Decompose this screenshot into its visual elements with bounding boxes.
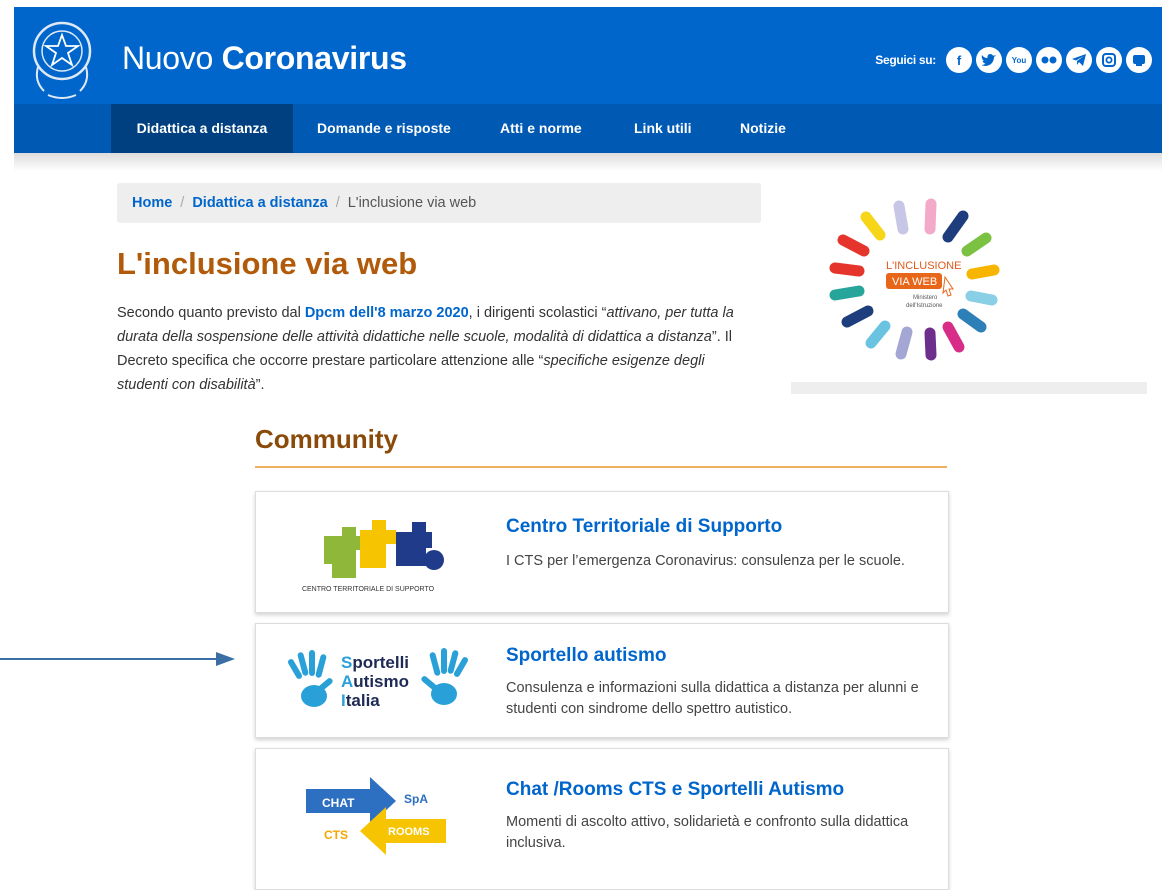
logo-word: utismo bbox=[353, 672, 409, 691]
nav-atti-e-norme[interactable]: Atti e norme bbox=[500, 104, 582, 153]
logo-letter: A bbox=[341, 672, 353, 691]
header-shadow bbox=[14, 153, 1162, 171]
instagram-icon[interactable] bbox=[1096, 47, 1122, 73]
cts-logo: CENTRO TERRITORIALE DI SUPPORTO bbox=[302, 520, 444, 593]
breadcrumb-section-link[interactable]: Didattica a distanza bbox=[192, 195, 327, 211]
logo-letter: S bbox=[341, 653, 352, 672]
facebook-icon[interactable]: f bbox=[946, 47, 972, 73]
social-links: Seguici su: f You bbox=[875, 47, 1152, 73]
breadcrumb-current: L'inclusione via web bbox=[347, 195, 477, 211]
site-header: Nuovo Coronavirus Seguici su: f You Dida… bbox=[14, 7, 1162, 153]
medium-icon[interactable] bbox=[1126, 47, 1152, 73]
card-description: Momenti di ascolto attivo, solidarietà e… bbox=[506, 814, 909, 851]
logo-line4: dell'Istruzione bbox=[906, 303, 943, 309]
intro-text: Secondo quanto previsto dal bbox=[117, 305, 305, 321]
intro-text: ”. bbox=[255, 377, 265, 393]
card-description: Consulenza e informazioni sulla didattic… bbox=[506, 680, 919, 717]
breadcrumb-separator: / bbox=[335, 195, 340, 211]
card-title[interactable]: Centro Territoriale di Supporto bbox=[506, 516, 782, 538]
breadcrumb-separator: / bbox=[180, 195, 185, 211]
logo-rooms: ROOMS bbox=[388, 826, 430, 838]
breadcrumb-home-link[interactable]: Home bbox=[132, 195, 172, 211]
inclusione-logo-graphic: L'INCLUSIONE VIA WEB Ministero dell'Istr… bbox=[829, 198, 1000, 361]
side-logo-bar bbox=[791, 382, 1147, 394]
breadcrumb: Home / Didattica a distanza / L'inclusione v… bbox=[117, 183, 761, 223]
republic-emblem-icon[interactable] bbox=[30, 11, 94, 103]
card-title[interactable]: Chat /Rooms CTS e Sportelli Autismo bbox=[506, 779, 844, 801]
chat-rooms-logo: CHAT SpA CTS ROOMS bbox=[306, 777, 446, 855]
community-divider bbox=[255, 466, 947, 468]
nav-didattica-a-distanza[interactable]: Didattica a distanza bbox=[111, 104, 293, 153]
svg-text:Sportelli: Sportelli bbox=[341, 653, 409, 672]
logo-cts: CTS bbox=[324, 828, 348, 842]
site-title[interactable]: Nuovo Coronavirus bbox=[122, 40, 407, 77]
logo-line1: L'INCLUSIONE bbox=[886, 260, 961, 272]
dpcm-link[interactable]: Dpcm dell'8 marzo 2020 bbox=[305, 305, 469, 321]
logo-line3: Ministero bbox=[913, 295, 938, 301]
site-title-bold: Coronavirus bbox=[221, 40, 407, 76]
nav-notizie[interactable]: Notizie bbox=[740, 104, 786, 153]
intro-paragraph: Secondo quanto previsto dal Dpcm dell'8 … bbox=[117, 301, 747, 397]
svg-text:Italia: Italia bbox=[341, 691, 380, 710]
nav-domande-e-risposte[interactable]: Domande e risposte bbox=[317, 104, 451, 153]
sportelli-autismo-logo: Sportelli Autismo Italia bbox=[288, 648, 468, 710]
social-label: Seguici su: bbox=[875, 53, 936, 67]
annotation-arrow-icon bbox=[0, 652, 235, 666]
twitter-icon[interactable] bbox=[976, 47, 1002, 73]
telegram-icon[interactable] bbox=[1066, 47, 1092, 73]
youtube-icon[interactable]: You bbox=[1006, 47, 1032, 73]
svg-text:Autismo: Autismo bbox=[341, 672, 409, 691]
flickr-icon[interactable] bbox=[1036, 47, 1062, 73]
community-card-chat-rooms[interactable]: CHAT SpA CTS ROOMS Chat /Rooms CTS e Spo… bbox=[255, 748, 949, 890]
community-card-cts[interactable]: CENTRO TERRITORIALE DI SUPPORTO Centro T… bbox=[255, 491, 949, 613]
cts-logo-caption: CENTRO TERRITORIALE DI SUPPORTO bbox=[302, 586, 435, 593]
community-title: Community bbox=[255, 424, 398, 454]
nav-link-utili[interactable]: Link utili bbox=[634, 104, 692, 153]
logo-word: talia bbox=[346, 691, 381, 710]
inclusione-via-web-logo[interactable]: L'INCLUSIONE VIA WEB Ministero dell'Istr… bbox=[791, 185, 1147, 394]
card-title[interactable]: Sportello autismo bbox=[506, 645, 666, 667]
card-description: I CTS per l’emergenza Coronavirus: consu… bbox=[506, 553, 905, 569]
logo-chat: CHAT bbox=[322, 796, 355, 810]
intro-text: , i dirigenti scolastici “ bbox=[468, 305, 607, 321]
logo-spa: SpA bbox=[404, 792, 428, 806]
page-title: L'inclusione via web bbox=[117, 246, 418, 281]
community-card-sportello-autismo[interactable]: Sportelli Autismo Italia Sportello autis… bbox=[255, 623, 949, 738]
logo-line2: VIA WEB bbox=[892, 276, 937, 288]
site-title-light: Nuovo bbox=[122, 40, 222, 76]
logo-word: portelli bbox=[352, 653, 409, 672]
main-nav: Didattica a distanza Domande e risposte … bbox=[14, 104, 1162, 153]
